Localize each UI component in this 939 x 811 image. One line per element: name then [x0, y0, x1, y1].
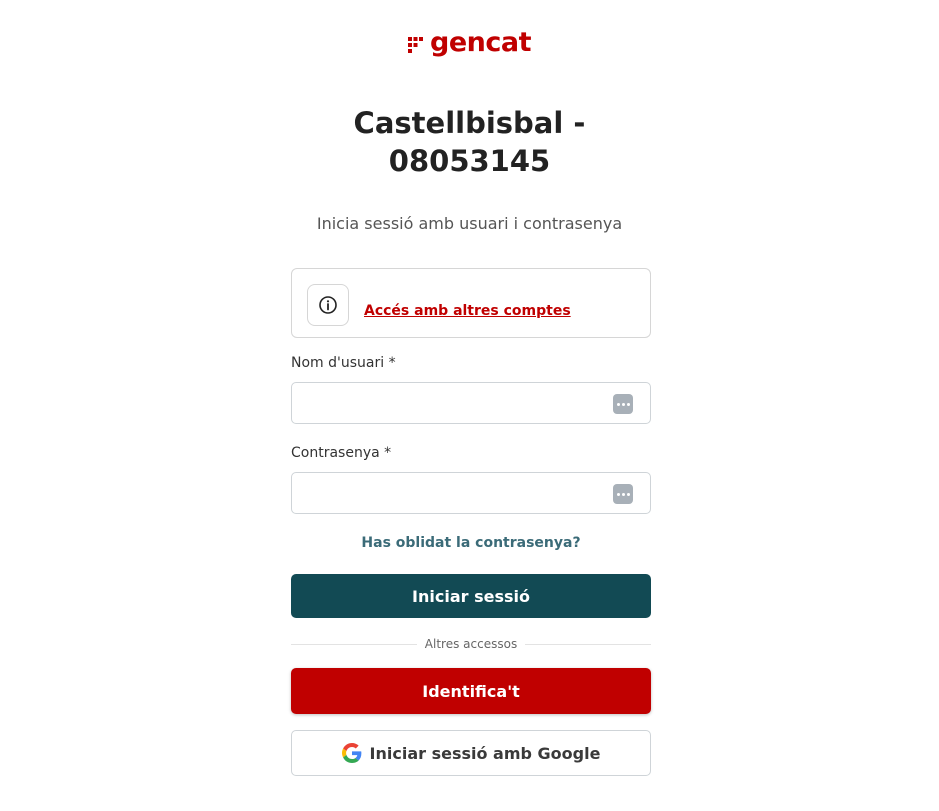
identify-button[interactable]: Identifica't	[291, 668, 651, 714]
page-title: Castellbisbal - 08053145	[0, 104, 939, 180]
google-button-label: Iniciar sessió amb Google	[369, 743, 601, 763]
logo-text: gencat	[430, 27, 532, 58]
info-button[interactable]	[307, 284, 349, 326]
divider-line-right	[525, 643, 651, 645]
gencat-logo-icon	[408, 37, 423, 53]
password-manager-icon[interactable]	[613, 394, 633, 414]
divider-label: Altres accessos	[424, 637, 518, 651]
other-access-divider: Altres accessos	[291, 636, 651, 652]
forgot-password-link[interactable]: Has oblidat la contrasenya?	[291, 535, 651, 551]
page-title-line2: 08053145	[388, 144, 551, 178]
page-title-line1: Castellbisbal -	[353, 106, 586, 140]
other-accounts-link[interactable]: Accés amb altres comptes	[364, 303, 571, 319]
username-label: Nom d'usuari *	[291, 355, 396, 371]
password-field-wrapper	[291, 472, 651, 514]
divider-line-left	[291, 643, 417, 645]
password-input[interactable]	[292, 473, 650, 513]
google-icon	[341, 743, 361, 763]
username-input[interactable]	[292, 383, 650, 423]
google-signin-button[interactable]: Iniciar sessió amb Google	[291, 730, 651, 776]
other-accounts-box: Accés amb altres comptes	[291, 268, 651, 338]
username-field-wrapper	[291, 382, 651, 424]
gencat-logo[interactable]: gencat	[0, 28, 939, 58]
info-circle-icon	[319, 296, 337, 314]
password-manager-icon[interactable]	[613, 484, 633, 504]
page-subtitle: Inicia sessió amb usuari i contrasenya	[316, 214, 623, 233]
password-label: Contrasenya *	[291, 445, 392, 461]
login-button[interactable]: Iniciar sessió	[291, 574, 651, 618]
